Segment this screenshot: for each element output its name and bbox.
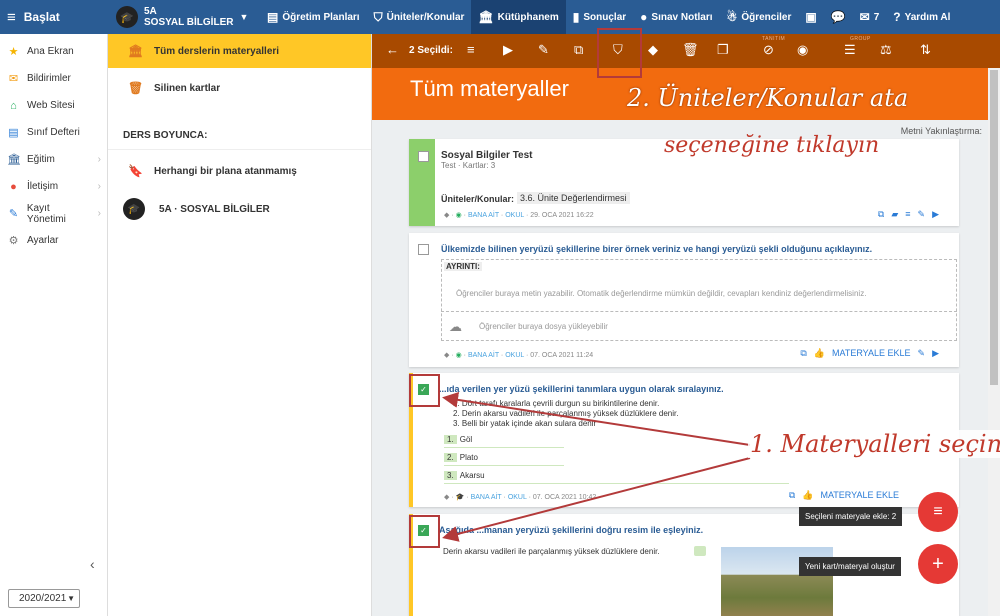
arrow-to-checkbox-2 [442,457,751,542]
annotation-arrows [442,391,751,542]
arrow-to-checkbox-1 [442,391,751,446]
annotation-step-1: 1. Materyalleri seçin [748,430,1000,458]
